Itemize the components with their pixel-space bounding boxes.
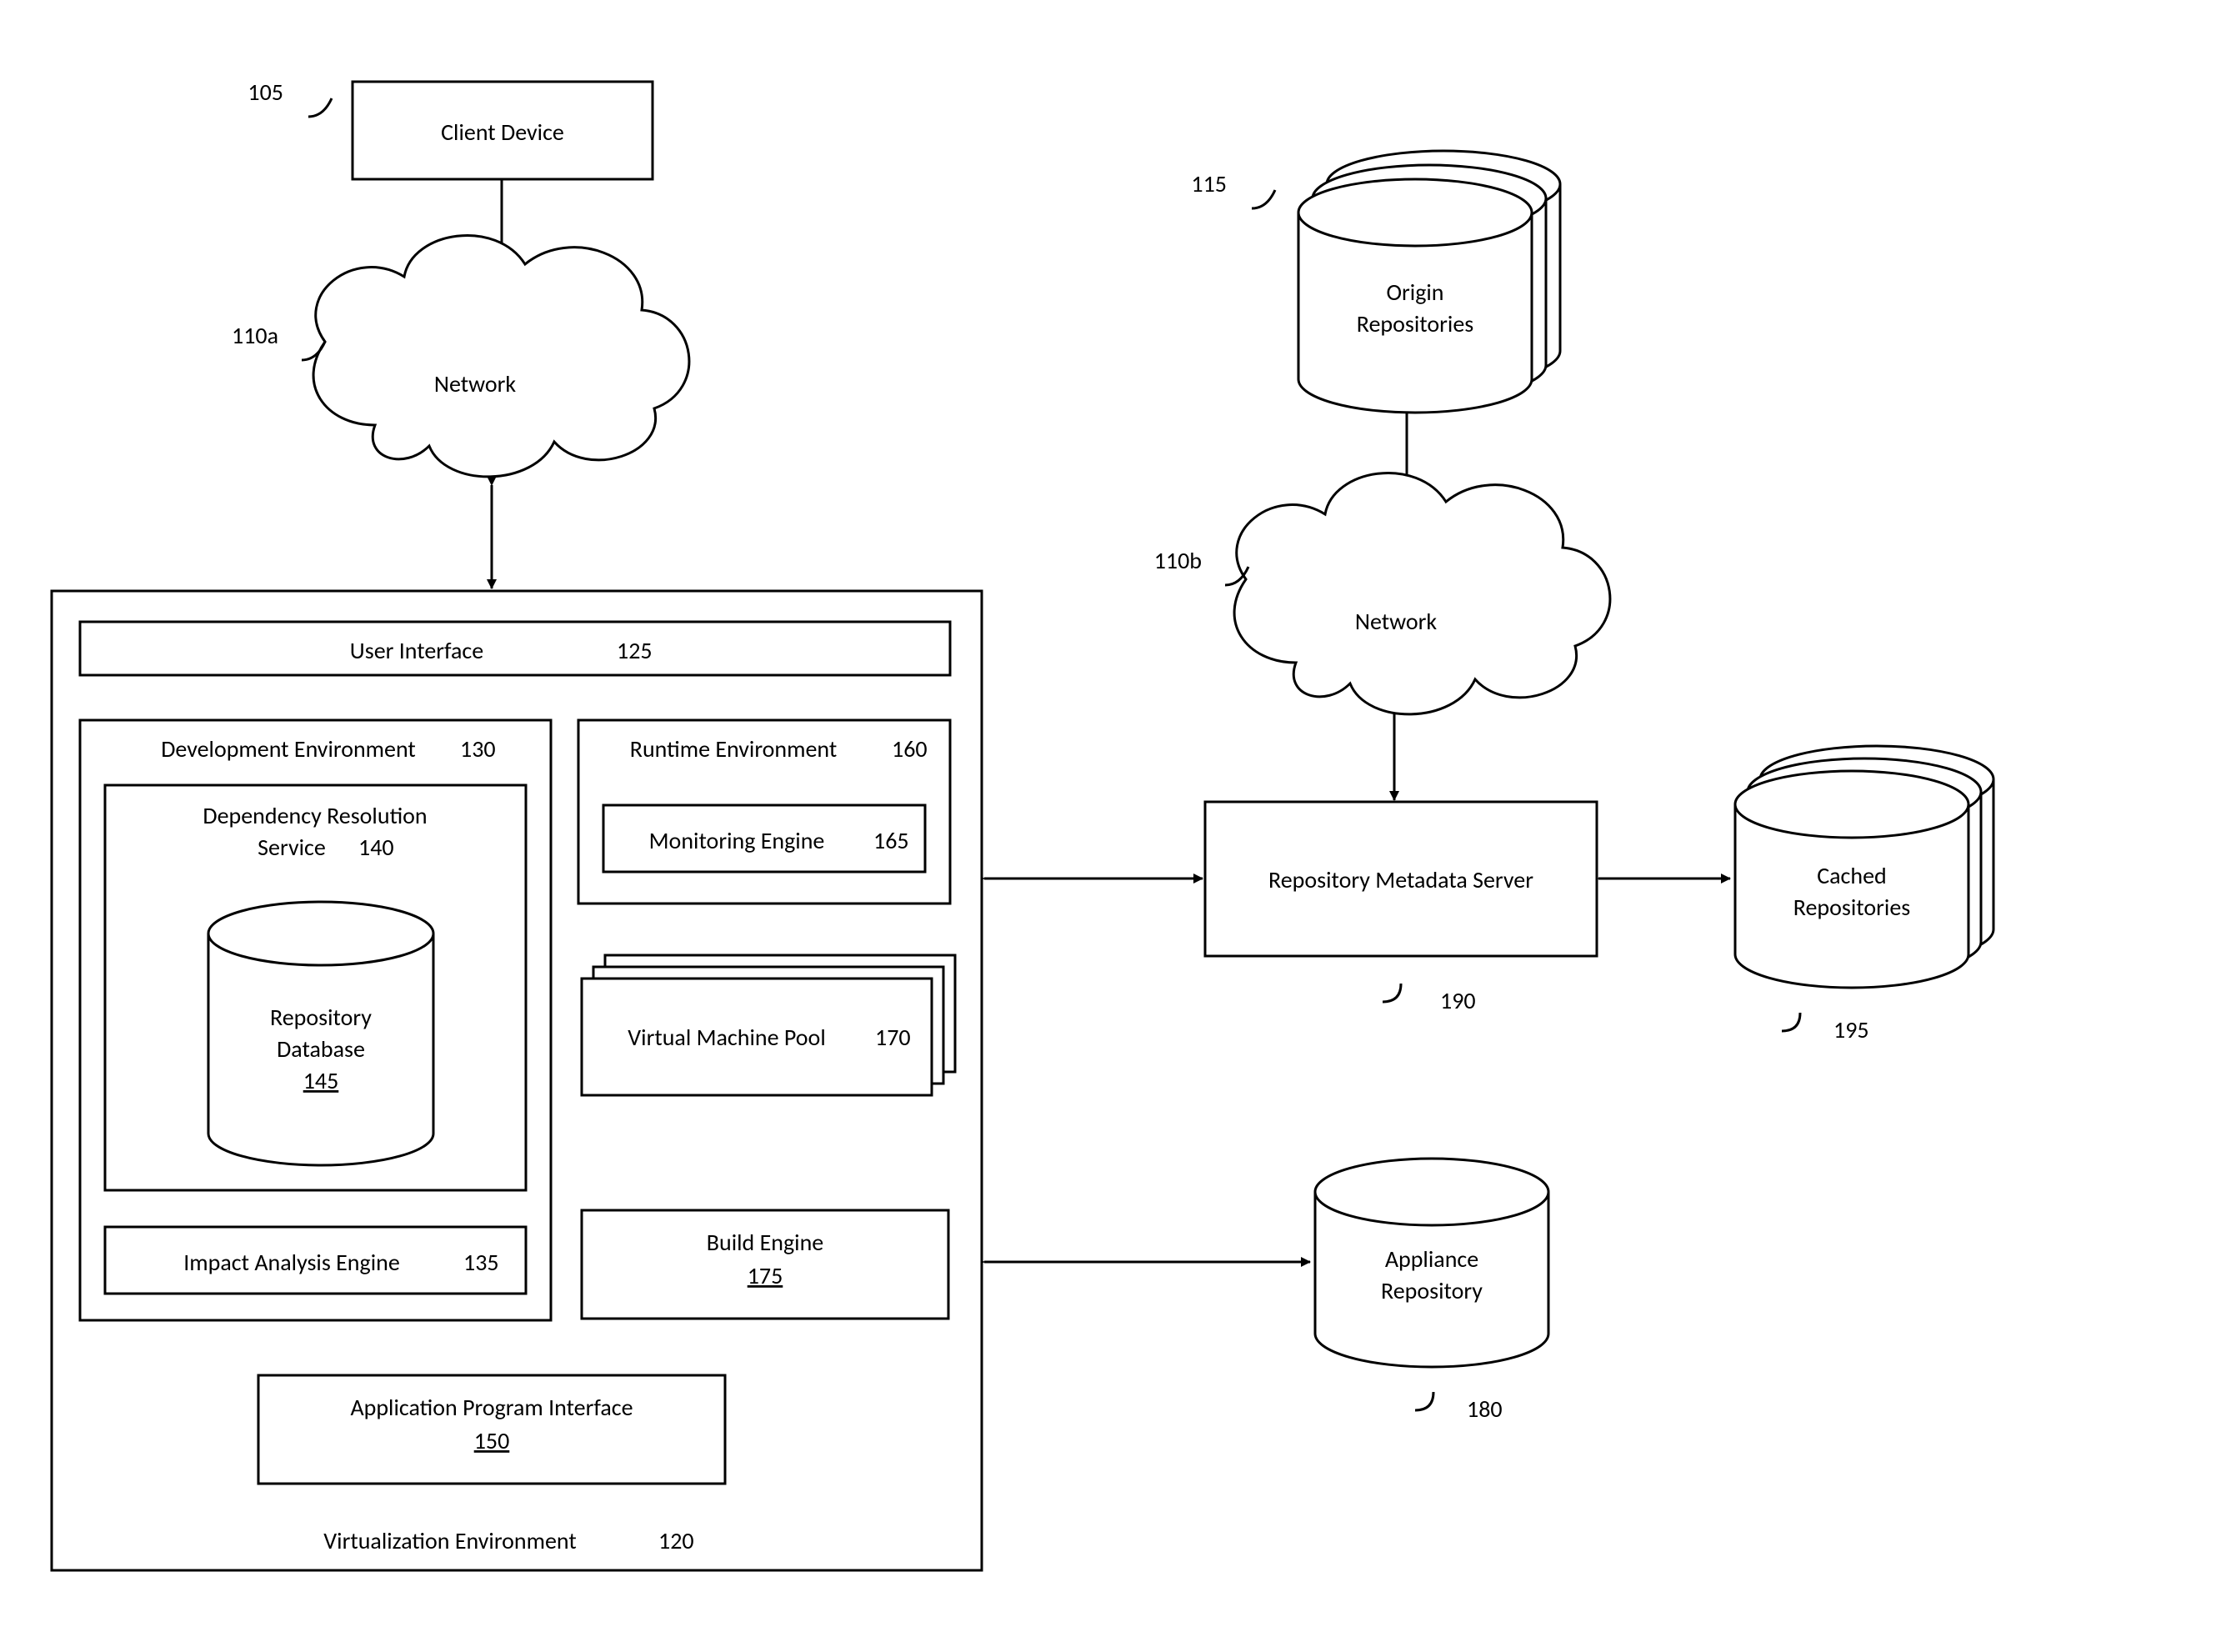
monitoring-engine-ref: 165 — [873, 826, 909, 855]
network-a-ref: 110a — [232, 321, 278, 350]
metadata-server-label: Repository Metadata Server — [1268, 865, 1533, 894]
network-a-label: Network — [434, 369, 517, 398]
appliance-repository-node: Appliance Repository 180 — [1315, 1159, 1548, 1424]
build-engine-node: Build Engine 175 — [582, 1210, 948, 1319]
client-device-node: Client Device 105 — [248, 78, 653, 179]
origin-repositories-label1: Origin — [1386, 278, 1443, 307]
impact-analysis-ref: 135 — [463, 1248, 499, 1277]
user-interface-label: User Interface — [350, 636, 483, 665]
development-environment-ref: 130 — [460, 734, 496, 763]
repository-database-node: Repository Database 145 — [208, 902, 433, 1165]
runtime-environment-ref: 160 — [892, 734, 928, 763]
virtualization-environment-label: Virtualization Environment — [323, 1526, 577, 1555]
cached-repositories-node: Cached Repositories 195 — [1735, 746, 1993, 1044]
network-b-ref: 110b — [1154, 546, 1202, 575]
appliance-repository-label2: Repository — [1381, 1276, 1483, 1305]
network-b-node: Network 110b — [1154, 473, 1610, 713]
build-engine-label: Build Engine — [707, 1228, 823, 1257]
origin-repositories-node: Origin Repositories 115 — [1191, 151, 1560, 413]
runtime-environment-label: Runtime Environment — [630, 734, 838, 763]
repository-database-label1: Repository — [270, 1003, 372, 1032]
virtualization-environment-ref: 120 — [658, 1526, 694, 1555]
network-a-node: Network 110a — [232, 235, 689, 476]
impact-analysis-label: Impact Analysis Engine — [183, 1248, 400, 1277]
cached-repositories-label2: Repositories — [1793, 893, 1910, 922]
client-device-ref: 105 — [248, 78, 283, 107]
network-b-label: Network — [1355, 607, 1438, 636]
origin-repositories-ref: 115 — [1191, 169, 1227, 198]
virtual-machine-pool-label: Virtual Machine Pool — [628, 1023, 826, 1052]
build-engine-ref: 175 — [748, 1261, 783, 1290]
metadata-server-node: Repository Metadata Server 190 — [1205, 802, 1597, 1015]
appliance-repository-ref: 180 — [1467, 1394, 1503, 1424]
development-environment-label: Development Environment — [161, 734, 416, 763]
metadata-server-ref: 190 — [1440, 986, 1476, 1015]
dependency-resolution-label1: Dependency Resolution — [203, 801, 427, 830]
user-interface-ref: 125 — [617, 636, 653, 665]
user-interface-node: User Interface 125 — [80, 622, 950, 675]
api-node: Application Program Interface 150 — [258, 1375, 725, 1484]
repository-database-label2: Database — [277, 1034, 365, 1064]
virtual-machine-pool-node: Virtual Machine Pool 170 — [582, 955, 955, 1095]
virtual-machine-pool-ref: 170 — [875, 1023, 911, 1052]
cached-repositories-label1: Cached — [1817, 861, 1887, 890]
appliance-repository-label1: Appliance — [1385, 1244, 1478, 1274]
monitoring-engine-label: Monitoring Engine — [649, 826, 825, 855]
cached-repositories-ref: 195 — [1833, 1015, 1869, 1044]
origin-repositories-label2: Repositories — [1357, 309, 1473, 338]
dependency-resolution-ref: 140 — [358, 833, 394, 862]
client-device-label: Client Device — [441, 118, 564, 147]
monitoring-engine-node: Monitoring Engine 165 — [603, 805, 925, 872]
repository-database-ref: 145 — [303, 1066, 339, 1095]
impact-analysis-node: Impact Analysis Engine 135 — [105, 1227, 526, 1294]
api-label: Application Program Interface — [350, 1393, 633, 1422]
api-ref: 150 — [474, 1426, 510, 1455]
dependency-resolution-label2: Service — [258, 833, 326, 862]
